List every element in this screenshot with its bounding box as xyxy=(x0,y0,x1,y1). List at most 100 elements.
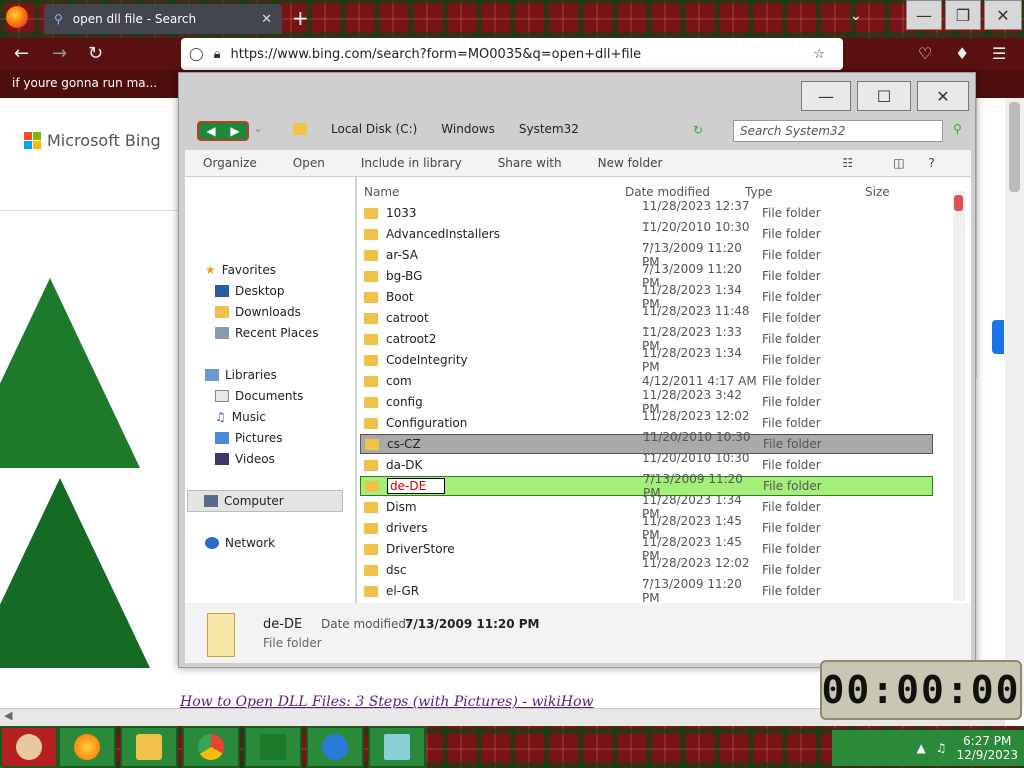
folder-icon xyxy=(364,543,378,555)
breadcrumb-item[interactable]: Windows xyxy=(441,122,495,136)
nav-favorites[interactable]: ★ Favorites xyxy=(205,263,276,277)
new-folder-button[interactable]: New folder xyxy=(598,156,663,170)
file-name: CodeIntegrity xyxy=(386,353,468,367)
new-tab-button[interactable]: + xyxy=(292,6,309,30)
sign-in-button[interactable] xyxy=(992,320,1004,354)
extensions-icon[interactable]: ♦ xyxy=(955,44,969,63)
documents-icon xyxy=(215,390,229,402)
browser-restore-button[interactable]: ❐ xyxy=(945,0,981,30)
network-icon xyxy=(205,537,219,549)
taskbar-chrome[interactable] xyxy=(182,726,240,768)
column-header-name[interactable]: Name xyxy=(364,185,399,199)
back-icon[interactable]: ◀ xyxy=(199,123,223,139)
details-pane: de-DE Date modified: 7/13/2009 11:20 PM … xyxy=(185,603,971,663)
breadcrumb-item[interactable]: Local Disk (C:) xyxy=(331,122,417,136)
bookmark-star-icon[interactable]: ☆ xyxy=(813,47,825,62)
browser-minimize-button[interactable]: — xyxy=(906,0,942,30)
view-options-icon[interactable]: ☷ xyxy=(842,156,853,170)
file-date: 4/12/2011 4:17 AM xyxy=(642,374,757,388)
taskbar-firefox[interactable] xyxy=(58,726,116,768)
taskbar-explorer[interactable] xyxy=(120,726,178,768)
reload-icon[interactable]: ↻ xyxy=(88,43,103,64)
column-header-date[interactable]: Date modified xyxy=(625,185,710,199)
firefox-icon xyxy=(74,734,100,760)
file-name: com xyxy=(386,374,412,388)
nav-desktop[interactable]: Desktop xyxy=(215,284,285,298)
file-type: File folder xyxy=(763,437,822,451)
nav-videos[interactable]: Videos xyxy=(215,452,275,466)
preview-pane-icon[interactable]: ◫ xyxy=(893,156,904,170)
search-input[interactable]: Search System32 xyxy=(733,120,943,142)
scrollbar-thumb[interactable] xyxy=(954,195,963,211)
start-button[interactable] xyxy=(0,726,58,768)
explorer-close-button[interactable]: ✕ xyxy=(917,81,969,111)
file-row[interactable]: el-GR 7/13/2009 11:20 PM File folder xyxy=(360,577,933,605)
clock-date: 12/9/2023 xyxy=(956,748,1018,762)
nav-music[interactable]: ♫ Music xyxy=(215,410,266,424)
downloads-icon xyxy=(215,306,229,318)
file-list: Name Date modified Type Size 1033 11/28/2… xyxy=(357,177,971,607)
list-tabs-icon[interactable]: ⌄ xyxy=(850,8,862,24)
help-icon[interactable]: ? xyxy=(929,156,935,170)
volume-icon[interactable]: ♫ xyxy=(936,741,947,755)
file-list-scrollbar[interactable] xyxy=(953,191,965,601)
url-bar[interactable]: ◯ 🔒︎ https://www.bing.com/search?form=MO… xyxy=(181,38,843,70)
column-header-type[interactable]: Type xyxy=(745,185,773,199)
file-name: Configuration xyxy=(386,416,468,430)
show-hidden-icons[interactable]: ▲ xyxy=(916,741,925,755)
nav-network[interactable]: Network xyxy=(205,536,275,550)
lock-icon[interactable]: 🔒︎ xyxy=(214,47,221,62)
browser-tab[interactable]: ⚲ open dll file - Search ✕ xyxy=(44,4,282,34)
recent-places-icon xyxy=(215,327,229,339)
recent-pages-icon[interactable]: ⌄ xyxy=(253,121,263,135)
app-menu-icon[interactable]: ☰ xyxy=(992,44,1006,63)
page-scrollbar[interactable] xyxy=(1005,98,1024,708)
back-icon[interactable]: ← xyxy=(14,43,29,64)
nav-computer[interactable]: Computer xyxy=(187,490,343,512)
forward-icon[interactable]: ▶ xyxy=(223,123,247,139)
file-row[interactable]: CodeIntegrity 11/28/2023 1:34 PM File fold… xyxy=(360,346,933,374)
pocket-icon[interactable]: ♡ xyxy=(918,44,932,63)
close-tab-icon[interactable]: ✕ xyxy=(261,12,272,27)
details-type: File folder xyxy=(263,636,322,650)
url-text[interactable]: https://www.bing.com/search?form=MO0035&… xyxy=(230,47,813,62)
christmas-tree-decoration xyxy=(0,278,140,468)
details-name: de-DE xyxy=(263,617,303,632)
forward-icon[interactable]: → xyxy=(52,43,67,64)
nav-pictures[interactable]: Pictures xyxy=(215,431,283,445)
file-name: ar-SA xyxy=(386,248,418,262)
bing-logo[interactable]: Microsoft Bing xyxy=(24,131,161,150)
shield-icon[interactable]: ◯ xyxy=(189,47,204,62)
firefox-menu-icon[interactable] xyxy=(6,6,28,28)
desktop-icon xyxy=(215,285,229,297)
nav-libraries[interactable]: Libraries xyxy=(205,368,277,382)
browser-close-button[interactable]: ✕ xyxy=(984,0,1022,30)
taskbar-tree-app[interactable] xyxy=(244,726,302,768)
breadcrumb-item[interactable]: System32 xyxy=(519,122,579,136)
open-button[interactable]: Open xyxy=(293,156,325,170)
bookmark-item[interactable]: if youre gonna run ma... xyxy=(12,76,157,90)
organize-button[interactable]: Organize xyxy=(203,156,257,170)
taskbar-notepad[interactable] xyxy=(368,726,426,768)
file-type: File folder xyxy=(762,521,821,535)
taskbar-clock[interactable]: 6:27 PM 12/9/2023 xyxy=(956,734,1018,762)
search-icon[interactable]: ⚲ xyxy=(953,122,962,136)
include-in-library-button[interactable]: Include in library xyxy=(361,156,462,170)
share-with-button[interactable]: Share with xyxy=(498,156,562,170)
timer-widget[interactable]: 00:00:00 xyxy=(820,660,1022,720)
explorer-minimize-button[interactable]: — xyxy=(801,81,851,111)
nav-documents[interactable]: Documents xyxy=(215,389,303,403)
refresh-icon[interactable]: ↻ xyxy=(693,123,703,137)
file-date: 7/13/2009 11:20 PM xyxy=(642,577,742,605)
explorer-maximize-button[interactable]: ☐ xyxy=(857,81,911,111)
taskbar-messenger[interactable] xyxy=(306,726,364,768)
file-type: File folder xyxy=(762,353,821,367)
file-name: DriverStore xyxy=(386,542,455,556)
breadcrumb: Local Disk (C:) Windows System32 xyxy=(293,122,579,136)
column-header-size[interactable]: Size xyxy=(865,185,890,199)
nav-recent-places[interactable]: Recent Places xyxy=(215,326,318,340)
messenger-icon xyxy=(322,734,348,760)
scrollbar-thumb[interactable] xyxy=(1009,102,1020,192)
rename-input[interactable]: de-DE xyxy=(387,478,445,494)
nav-downloads[interactable]: Downloads xyxy=(215,305,301,319)
